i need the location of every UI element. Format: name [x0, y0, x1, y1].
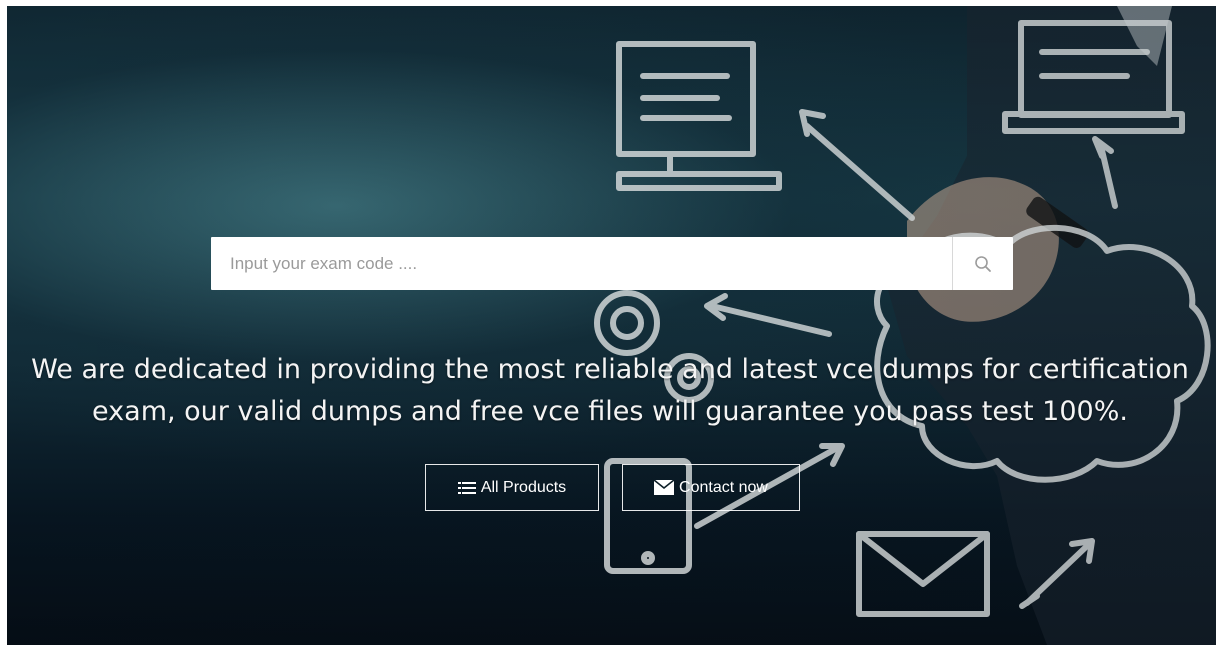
all-products-button[interactable]: All Products	[425, 464, 599, 511]
contact-now-label: Contact now	[679, 478, 768, 496]
search-bar	[211, 237, 1013, 290]
search-button[interactable]	[952, 237, 1013, 290]
envelope-icon	[654, 480, 675, 495]
list-icon	[457, 481, 476, 495]
all-products-label: All Products	[480, 478, 567, 496]
search-input[interactable]	[211, 237, 952, 290]
hero-tagline: We are dedicated in providing the most r…	[31, 354, 1189, 427]
contact-now-button[interactable]: Contact now	[622, 464, 800, 511]
hero-banner: We are dedicated in providing the most r…	[7, 6, 1216, 645]
background-illustration	[7, 6, 1216, 645]
search-icon	[975, 255, 991, 272]
